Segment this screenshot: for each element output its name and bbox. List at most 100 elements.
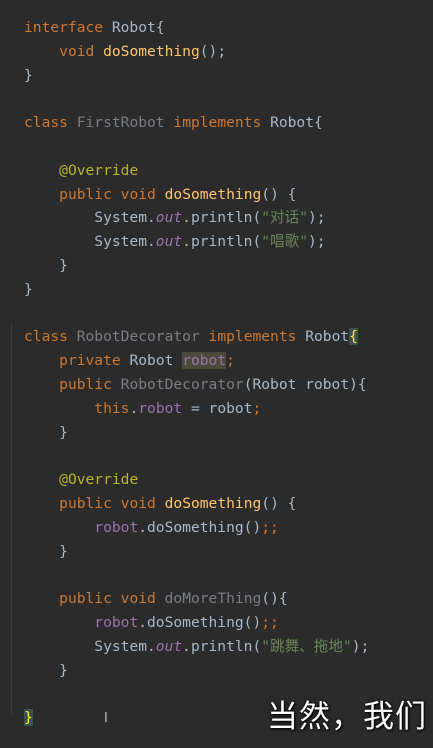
code-token: }: [24, 661, 68, 679]
code-token: this: [94, 399, 130, 417]
code-token: () {: [261, 185, 297, 203]
code-line[interactable]: [24, 444, 369, 468]
code-token: void: [59, 42, 95, 60]
code-line[interactable]: }: [24, 278, 369, 302]
code-token: }: [24, 280, 33, 298]
code-token: .println(: [182, 637, 262, 655]
code-token: .println(: [182, 209, 262, 227]
code-token: Robot: [296, 328, 350, 346]
code-line[interactable]: }: [24, 421, 369, 445]
code-line[interactable]: this.robot = robot;: [24, 397, 369, 421]
code-line[interactable]: class RobotDecorator implements Robot{: [24, 325, 369, 349]
code-token: out: [155, 233, 183, 251]
code-line[interactable]: @Override: [24, 468, 369, 492]
code-token: = robot: [182, 399, 253, 417]
code-token: (Robot robot){: [243, 375, 367, 393]
code-token: }: [24, 709, 33, 727]
code-token: out: [155, 637, 183, 655]
code-line[interactable]: class FirstRobot implements Robot{: [24, 111, 369, 135]
code-token: "对话": [261, 209, 308, 227]
code-token: }: [24, 66, 33, 84]
code-token: }: [24, 542, 68, 560]
code-line[interactable]: private Robot robot;: [24, 349, 369, 373]
code-token: implements: [208, 328, 297, 346]
code-line[interactable]: void doSomething();: [24, 40, 369, 64]
code-token: RobotDecorator: [120, 375, 244, 393]
code-line[interactable]: robot.doSomething();;: [24, 516, 369, 540]
code-token: ;: [226, 352, 235, 370]
code-token: );: [308, 209, 326, 227]
code-line[interactable]: [24, 302, 369, 326]
code-token: () {: [261, 494, 297, 512]
code-line[interactable]: [24, 87, 369, 111]
code-line[interactable]: public void doMoreThing(){: [24, 587, 369, 611]
code-token: implements: [173, 114, 262, 132]
code-token: "跳舞、拖地": [261, 637, 352, 655]
code-line[interactable]: public void doSomething() {: [24, 492, 369, 516]
code-line[interactable]: public void doSomething() {: [24, 183, 369, 207]
code-token: robot: [138, 399, 183, 417]
code-token: @Override: [59, 471, 139, 489]
code-token: void: [120, 185, 156, 203]
code-token: interface: [24, 19, 104, 36]
code-token: (){: [261, 590, 288, 608]
code-line[interactable]: }: [24, 64, 369, 88]
code-token: .: [129, 399, 139, 417]
code-token: Robot{: [261, 114, 323, 132]
code-token: doSomething: [164, 185, 262, 203]
code-token: .doSomething(): [138, 518, 262, 536]
code-line[interactable]: }: [24, 254, 369, 278]
code-token: );: [351, 637, 370, 655]
code-line[interactable]: robot.doSomething();;: [24, 611, 369, 635]
code-token: ;: [252, 399, 262, 417]
code-line[interactable]: System.out.println("唱歌");: [24, 230, 369, 254]
code-editor[interactable]: interface Robot{ void doSomething();} cl…: [0, 0, 433, 748]
code-line[interactable]: }: [24, 659, 369, 683]
code-line[interactable]: @Override: [24, 159, 369, 183]
code-token: void: [120, 494, 156, 512]
code-line[interactable]: System.out.println("跳舞、拖地");: [24, 635, 369, 659]
code-token: .doSomething(): [138, 613, 262, 631]
code-token: out: [155, 209, 183, 227]
code-token: doMoreThing: [164, 590, 262, 608]
code-token: System.: [24, 209, 156, 227]
code-line[interactable]: public RobotDecorator(Robot robot){: [24, 373, 369, 397]
code-token: doSomething: [103, 42, 200, 60]
code-line[interactable]: }: [24, 540, 369, 564]
code-token: public: [59, 375, 112, 393]
code-token: .println(: [182, 233, 262, 251]
code-token: ;;: [261, 613, 279, 631]
code-token: public: [59, 494, 112, 512]
code-token: Robot{: [103, 19, 165, 36]
code-token: public: [59, 185, 112, 203]
video-subtitle: 当然，我们: [267, 699, 427, 735]
code-token: FirstRobot: [76, 114, 165, 132]
code-token: doSomething: [164, 494, 262, 512]
code-token: class: [24, 114, 68, 132]
code-area[interactable]: interface Robot{ void doSomething();} cl…: [24, 16, 369, 730]
code-token: System.: [24, 637, 156, 655]
code-token: RobotDecorator: [76, 328, 200, 346]
code-line[interactable]: [24, 135, 369, 159]
code-line[interactable]: [24, 563, 369, 587]
code-line[interactable]: System.out.println("对话");: [24, 206, 369, 230]
code-token: ;;: [261, 518, 279, 536]
indent-guide: [11, 322, 12, 714]
code-line[interactable]: interface Robot{: [24, 16, 369, 40]
